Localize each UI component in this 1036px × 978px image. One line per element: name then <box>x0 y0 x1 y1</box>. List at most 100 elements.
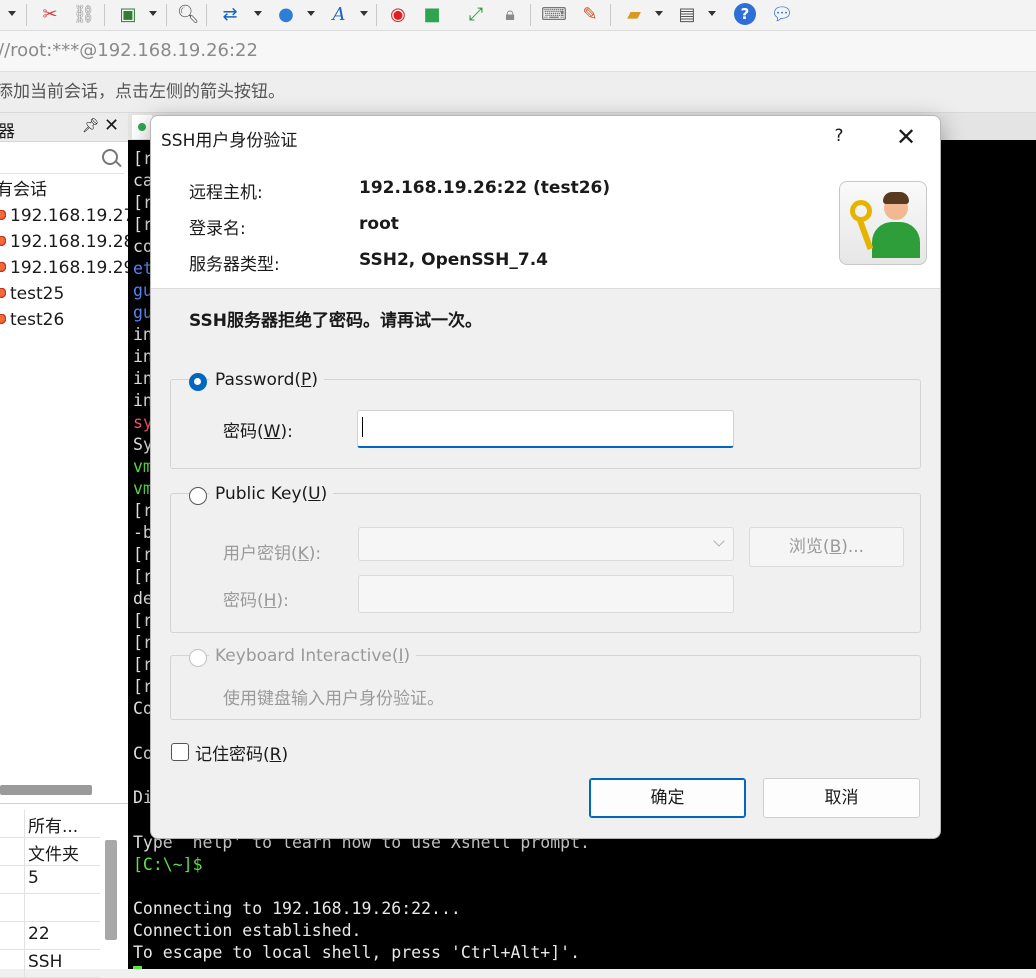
passphrase-input[interactable] <box>358 575 734 613</box>
toolbar-separator <box>26 4 27 26</box>
tree-item-label: 192.168.19.28 <box>10 232 135 252</box>
panel-header: 器 📌︎ ✕ <box>0 113 128 142</box>
remote-host-label: 远程主机: <box>189 183 263 203</box>
public-key-group: 用户密钥(K): 浏览(B)... 密码(H): <box>170 493 921 633</box>
remember-password-label[interactable]: 记住密码(R) <box>195 740 288 765</box>
terminal-line: To escape to local shell, press 'Ctrl+Al… <box>133 943 581 962</box>
password-radio-label[interactable]: Password(P) <box>209 370 324 390</box>
password-group: 密码(W): <box>170 379 921 469</box>
link-icon[interactable]: ⛓ <box>72 3 96 27</box>
login-label: 登录名: <box>189 219 246 239</box>
close-icon[interactable]: ✕ <box>104 115 119 136</box>
browse-button[interactable]: 浏览(B)... <box>749 527 904 567</box>
tree-item-label: 192.168.19.29 <box>10 258 135 278</box>
xshell-icon[interactable]: ◉ <box>386 3 410 27</box>
session-icon <box>0 314 6 326</box>
help-button[interactable]: ? <box>829 126 849 146</box>
remember-password-checkbox[interactable] <box>171 743 189 761</box>
public-key-radio[interactable] <box>189 487 207 505</box>
palette-icon[interactable]: ▣ <box>116 3 140 27</box>
dropdown-arrow-icon[interactable] <box>307 11 315 16</box>
password-radio[interactable] <box>189 373 207 391</box>
keyboard-description: 使用键盘输入用户身份验证。 <box>223 689 444 709</box>
toolbar-separator <box>376 4 377 26</box>
session-icon <box>0 210 6 222</box>
session-icon <box>0 236 6 248</box>
dropdown-arrow-icon[interactable] <box>708 11 716 16</box>
lock-icon[interactable]: 🔒︎ <box>498 3 522 27</box>
toolbar-separator <box>206 4 207 26</box>
table-row: 5 <box>0 866 100 894</box>
password-input[interactable] <box>357 410 734 448</box>
dropdown-arrow-icon[interactable] <box>360 11 368 16</box>
hint-text: 添加当前会话，点击左侧的箭头按钮。 <box>0 82 285 102</box>
scissors-icon[interactable]: ✂ <box>38 3 62 27</box>
session-properties-table: 所有... 文件夹 5 22 SSH <box>0 810 128 978</box>
search-icon[interactable] <box>102 149 118 165</box>
tree-item-session[interactable]: test25 <box>0 281 64 307</box>
tree-item-session[interactable]: 192.168.19.27 <box>0 203 134 229</box>
tree-item-session[interactable]: 192.168.19.28 <box>0 229 134 255</box>
property-value: 文件夹 <box>28 845 79 865</box>
search-icon[interactable]: 🔍︎ <box>176 3 200 27</box>
table-row: 22 <box>0 922 100 950</box>
user-key-label: 用户密钥(K): <box>223 544 322 564</box>
close-button[interactable]: ✕ <box>889 120 923 154</box>
dropdown-arrow-icon[interactable] <box>254 11 262 16</box>
dialog-title: SSH用户身份验证 <box>161 131 298 151</box>
table-row: 所有... <box>0 810 100 838</box>
tree-item-label: test25 <box>10 284 65 304</box>
dropdown-arrow-icon[interactable] <box>8 11 16 16</box>
password-label: 密码(W): <box>223 422 293 442</box>
remote-host-value: 192.168.19.26:22 (test26) <box>359 178 611 198</box>
table-row <box>0 894 100 922</box>
session-icon <box>0 288 6 300</box>
new-folder-icon[interactable]: ▰ <box>622 3 646 27</box>
ok-button[interactable]: 确定 <box>589 778 746 818</box>
address-text[interactable]: //root:***@192.168.19.26:22 <box>0 31 258 71</box>
font-icon[interactable]: A <box>327 3 351 27</box>
property-value: 5 <box>28 868 39 888</box>
property-value: 22 <box>28 924 50 944</box>
connection-info: 远程主机: 192.168.19.26:22 (test26) 登录名: roo… <box>151 160 940 289</box>
tree-item-all-sessions[interactable]: 有会话 <box>0 177 47 203</box>
terminal-line: Connecting to 192.168.19.26:22... <box>133 899 461 918</box>
dialog-titlebar: SSH用户身份验证 ? ✕ <box>151 116 940 160</box>
tree-item-session[interactable]: test26 <box>0 307 64 333</box>
keyboard-icon[interactable]: ⌨ <box>541 3 567 27</box>
xftp-icon[interactable]: ■ <box>420 3 444 27</box>
panel-title: 器 <box>0 122 15 142</box>
user-key-icon <box>839 181 927 265</box>
tree-item-label: 有会话 <box>0 180 47 200</box>
user-key-select[interactable] <box>358 527 734 561</box>
ssh-auth-dialog: SSH用户身份验证 ? ✕ 远程主机: 192.168.19.26:22 (te… <box>150 115 941 839</box>
property-value: SSH <box>28 952 63 972</box>
highlight-icon[interactable]: ✎ <box>578 3 602 27</box>
help-icon[interactable]: ? <box>734 3 756 25</box>
error-message: SSH服务器拒绝了密码。请再试一次。 <box>189 311 482 331</box>
main-toolbar: ✂ ⛓ ▣ 🔍︎ ⇄ ● A ◉ ■ ⤢ 🔒︎ ⌨ ✎ ▰ ▤ ? 💬︎ <box>0 0 1036 31</box>
session-tab[interactable] <box>132 115 152 139</box>
pin-icon[interactable]: 📌︎ <box>82 118 100 134</box>
fullscreen-icon[interactable]: ⤢ <box>464 3 488 27</box>
session-icon <box>0 262 6 274</box>
globe-icon[interactable]: ● <box>274 3 298 27</box>
keyboard-interactive-radio-label[interactable]: Keyboard Interactive(I) <box>209 646 417 666</box>
keyboard-interactive-radio[interactable] <box>189 649 207 667</box>
tree-item-session[interactable]: 192.168.19.29 <box>0 255 134 281</box>
cancel-button[interactable]: 取消 <box>763 778 920 818</box>
table-row: SSH <box>0 950 100 978</box>
vertical-scrollbar[interactable] <box>105 840 117 940</box>
dropdown-arrow-icon[interactable] <box>655 11 663 16</box>
chat-icon[interactable]: 💬︎ <box>770 3 794 27</box>
tree-item-label: 192.168.19.27 <box>10 206 135 226</box>
horizontal-scrollbar[interactable] <box>0 785 92 795</box>
dropdown-arrow-icon[interactable] <box>149 11 157 16</box>
transfer-icon[interactable]: ⇄ <box>218 3 242 27</box>
address-bar[interactable]: //root:***@192.168.19.26:22 <box>0 31 1036 72</box>
terminal-prompt: [C:\~]$ <box>133 855 203 874</box>
layout-icon[interactable]: ▤ <box>675 3 699 27</box>
server-type-value: SSH2, OpenSSH_7.4 <box>359 250 548 270</box>
public-key-radio-label[interactable]: Public Key(U) <box>209 484 334 504</box>
session-search-input[interactable] <box>0 145 124 174</box>
